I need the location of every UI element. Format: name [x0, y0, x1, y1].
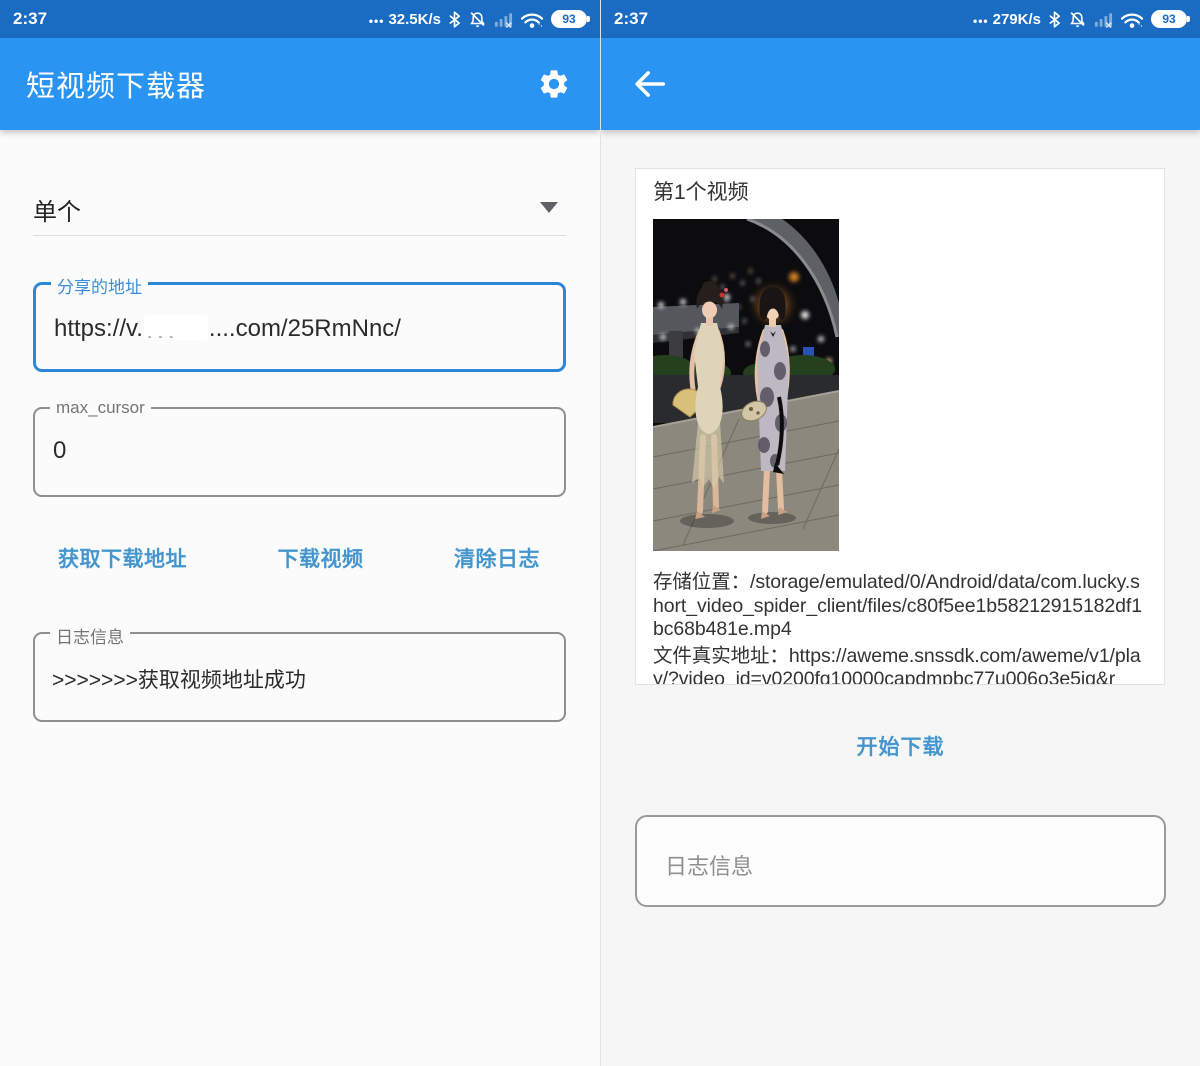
screen-downloader-main: 2:37 ••• 32.5K/s [0, 0, 600, 1066]
screen-video-result: 2:37 ••• 279K/s [600, 0, 1200, 1066]
get-download-url-button[interactable]: 获取下载地址 [58, 543, 187, 573]
settings-button[interactable] [534, 64, 574, 104]
signal-bars-icon [1094, 11, 1113, 28]
app-bar: 短视频下载器 [0, 38, 600, 130]
clock: 2:37 [13, 9, 47, 29]
chevron-down-icon [540, 202, 558, 213]
log-info-field[interactable]: 日志信息 [635, 815, 1166, 907]
log-info-placeholder: 日志信息 [637, 817, 1164, 881]
data-dots: ••• [973, 14, 989, 28]
status-bar: 2:37 ••• 32.5K/s [0, 0, 600, 38]
log-info-label: 日志信息 [50, 623, 130, 648]
actions-row: 获取下载地址 下载视频 清除日志 [33, 543, 566, 573]
mute-bell-icon [1068, 10, 1087, 29]
status-bar: 2:37 ••• 279K/s [601, 0, 1200, 38]
data-dots: ••• [369, 14, 385, 28]
file-url-text: 文件真实地址：https://aweme.snssdk.com/aweme/v1… [653, 645, 1147, 686]
back-button[interactable] [627, 62, 671, 106]
app-bar [601, 38, 1200, 130]
clock: 2:37 [614, 9, 648, 29]
max-cursor-label: max_cursor [50, 398, 151, 418]
video-card-title: 第1个视频 [653, 174, 1147, 206]
app-title: 短视频下载器 [26, 63, 206, 105]
mute-bell-icon [468, 10, 487, 29]
wifi-icon [1120, 10, 1144, 29]
storage-location-text: 存储位置：/storage/emulated/0/Android/data/co… [653, 571, 1147, 642]
signal-bars-icon [494, 11, 513, 28]
network-speed: 279K/s [993, 11, 1041, 28]
log-info-field[interactable]: 日志信息 >>>>>>>获取视频地址成功 [33, 632, 566, 722]
share-url-label: 分享的地址 [51, 273, 148, 298]
bluetooth-icon [1048, 10, 1061, 29]
download-video-button[interactable]: 下载视频 [278, 543, 364, 573]
back-arrow-icon [630, 65, 668, 103]
battery-indicator: 93 [1151, 10, 1187, 28]
gear-icon [537, 67, 571, 101]
storage-location-label: 存储位置： [653, 571, 750, 593]
wifi-icon [520, 10, 544, 29]
bluetooth-icon [448, 10, 461, 29]
clear-log-button[interactable]: 清除日志 [454, 543, 540, 573]
video-thumbnail [653, 219, 839, 551]
max-cursor-field[interactable]: max_cursor 0 [33, 407, 566, 497]
battery-indicator: 93 [551, 10, 587, 28]
mode-select-value: 单个 [33, 184, 566, 227]
file-url-label: 文件真实地址： [653, 645, 789, 667]
network-speed: 32.5K/s [388, 11, 441, 28]
censored-url-blur [144, 315, 208, 340]
share-url-field[interactable]: 分享的地址 https://v.....com/25RmNnc/ [33, 282, 566, 372]
start-download-button[interactable]: 开始下载 [601, 731, 1200, 761]
video-result-card: 第1个视频 [635, 168, 1165, 685]
mode-select-dropdown[interactable]: 单个 [33, 184, 566, 236]
